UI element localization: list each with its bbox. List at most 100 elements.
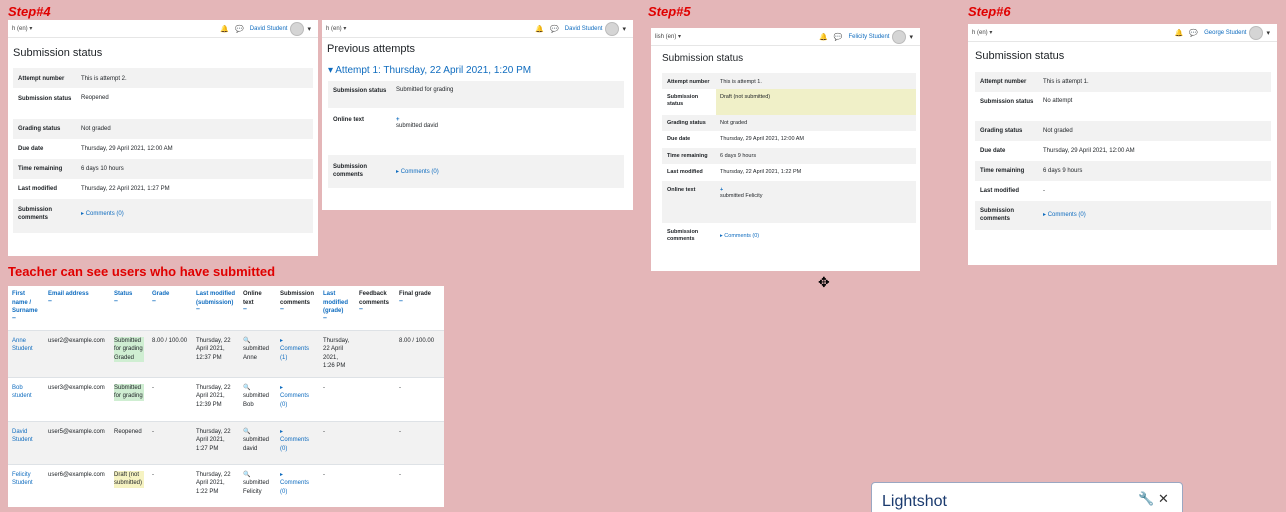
grade-cell: 8.00 / 100.00 <box>148 329 192 377</box>
panel-step5-submission-status: lish (en) ▾ 🔔 💬 Felicity Student ▾ Submi… <box>651 28 920 271</box>
row-key: Due date <box>980 148 1006 154</box>
feedback-cell <box>355 420 395 464</box>
chevron-down-icon[interactable]: ▾ <box>307 25 311 33</box>
row-value: This is attempt 1. <box>1039 72 1271 92</box>
col-header-email[interactable]: Email address – <box>44 286 110 330</box>
chevron-down-icon[interactable]: ▾ <box>622 25 626 33</box>
col-header-online-text: Online text – <box>243 291 262 313</box>
avatar[interactable] <box>1249 25 1264 40</box>
col-header-grade[interactable]: Grade – <box>148 286 192 330</box>
language-menu[interactable]: lish (en) ▾ <box>655 33 681 40</box>
row-key: Submission comments <box>328 155 392 188</box>
status-badge: Submitted for grading <box>114 383 144 401</box>
comments-link[interactable]: Comments (0) <box>280 393 309 408</box>
language-menu[interactable]: h (en) ▾ <box>326 25 346 32</box>
row-value: This is attempt 2. <box>77 68 313 88</box>
col-header-feedback-comments: Feedback comments – <box>359 291 390 313</box>
chat-icon[interactable]: 💬 <box>235 25 244 33</box>
chevron-down-icon[interactable]: ▾ <box>909 33 913 41</box>
col-header-last-modified-grade[interactable]: Last modified (grade) – <box>319 286 355 330</box>
chat-icon[interactable]: 💬 <box>550 25 559 33</box>
chat-icon[interactable]: 💬 <box>1189 29 1198 37</box>
chevron-right-icon: ▸ <box>280 337 284 344</box>
chat-icon[interactable]: 💬 <box>834 33 843 41</box>
user-menu-name[interactable]: David Student <box>565 26 603 32</box>
step4-label: Step#4 <box>8 4 51 19</box>
row-key: Attempt number <box>662 73 716 89</box>
avatar[interactable] <box>892 29 907 44</box>
panel-grading-table: First name / Surname – Email address – Sta… <box>8 286 444 507</box>
comments-link[interactable]: Comments (0) <box>1048 212 1086 218</box>
row-key: Last modified <box>980 188 1020 194</box>
grade-cell: - <box>148 376 192 421</box>
page-title: Submission status <box>13 47 103 59</box>
grading-table: First name / Surname – Email address – Sta… <box>8 286 444 507</box>
grade-modified-cell: - <box>319 376 355 421</box>
avatar[interactable] <box>605 21 620 36</box>
attempt-toggle[interactable]: ▾ Attempt 1: Thursday, 22 April 2021, 1:… <box>328 65 633 76</box>
avatar[interactable] <box>290 21 305 36</box>
wrench-icon[interactable]: 🔧 <box>1138 491 1154 507</box>
col-header-status[interactable]: Status – <box>110 286 148 330</box>
chevron-right-icon: ▸ <box>280 428 284 435</box>
move-cursor-icon: ✥ <box>818 274 830 290</box>
student-name-link[interactable]: Bob student <box>12 385 32 400</box>
step5-label: Step#5 <box>648 4 691 19</box>
top-navbar: lish (en) ▾ 🔔 💬 Felicity Student ▾ <box>651 28 920 46</box>
comments-link[interactable]: Comments (1) <box>280 346 309 361</box>
close-icon[interactable]: ✕ <box>1158 491 1169 507</box>
col-header-last-modified-submission[interactable]: Last modified (submission) – <box>192 286 239 330</box>
row-value: Draft (not submitted) <box>716 89 916 115</box>
bell-icon[interactable]: 🔔 <box>535 25 544 33</box>
comments-link[interactable]: Comments (0) <box>280 437 309 452</box>
col-header-final-grade: Final grade – <box>399 291 432 305</box>
row-key: Online text <box>662 181 716 223</box>
feedback-cell <box>355 329 395 377</box>
online-text-cell: submitted Bob <box>243 393 270 408</box>
user-menu-name[interactable]: George Student <box>1204 30 1246 36</box>
panel-step4-submission-status: h (en) ▾ 🔔 💬 David Student ▾ Submission … <box>8 20 318 256</box>
student-name-link[interactable]: Anne Student <box>12 338 33 353</box>
top-navbar: h (en) ▾ 🔔 💬 George Student ▾ <box>968 24 1277 42</box>
row-key: Grading status <box>662 115 716 131</box>
row-key: Submission comments <box>975 201 1039 230</box>
status-badge: Draft (not submitted) <box>114 470 144 488</box>
email-cell: user3@example.com <box>44 376 110 421</box>
comments-link[interactable]: Comments (0) <box>401 169 439 175</box>
col-header-name[interactable]: First name / Surname – <box>8 286 44 330</box>
bell-icon[interactable]: 🔔 <box>1175 29 1184 37</box>
language-menu[interactable]: h (en) ▾ <box>12 25 32 32</box>
row-value: Submitted for grading <box>392 81 624 108</box>
modified-cell: Thursday, 22 April 2021, 12:37 PM <box>192 329 239 377</box>
student-name-link[interactable]: Felicity Student <box>12 472 33 487</box>
online-text-cell: submitted Felicity <box>243 480 270 495</box>
comments-link[interactable]: Comments (0) <box>280 480 309 495</box>
table-row: David Student user5@example.com Reopened… <box>8 420 444 464</box>
email-cell: user2@example.com <box>44 329 110 377</box>
status-badge: Reopened <box>110 420 148 464</box>
magnifier-icon[interactable]: 🔍 <box>243 471 272 480</box>
table-row: Bob student user3@example.com Submitted … <box>8 376 444 421</box>
online-text-cell: submitted david <box>243 437 270 452</box>
user-menu-name[interactable]: David Student <box>250 26 288 32</box>
user-menu-name[interactable]: Felicity Student <box>848 34 889 40</box>
magnifier-icon[interactable]: 🔍 <box>243 337 272 346</box>
comments-link[interactable]: Comments (0) <box>86 211 124 217</box>
grade-modified-cell: Thursday, 22 April 2021, 1:26 PM <box>319 329 355 377</box>
comments-link[interactable]: Comments (0) <box>724 233 759 239</box>
row-key: Time remaining <box>662 148 716 164</box>
student-name-link[interactable]: David Student <box>12 429 33 444</box>
chevron-down-icon[interactable]: ▾ <box>1266 29 1270 37</box>
table-row: Felicity Student user6@example.com Draft… <box>8 463 444 507</box>
online-text-value: submitted david <box>396 123 439 129</box>
language-menu[interactable]: h (en) ▾ <box>972 29 992 36</box>
teacher-note: Teacher can see users who have submitted <box>8 264 276 279</box>
table-header-row: First name / Surname – Email address – Sta… <box>8 286 444 330</box>
row-value: Reopened <box>81 95 109 101</box>
bell-icon[interactable]: 🔔 <box>819 33 828 41</box>
row-value: - <box>1043 188 1045 194</box>
bell-icon[interactable]: 🔔 <box>220 25 229 33</box>
magnifier-icon[interactable]: 🔍 <box>243 384 272 393</box>
magnifier-icon[interactable]: 🔍 <box>243 428 272 437</box>
lightshot-window[interactable]: Lightshot 🔧 ✕ <box>871 482 1183 512</box>
